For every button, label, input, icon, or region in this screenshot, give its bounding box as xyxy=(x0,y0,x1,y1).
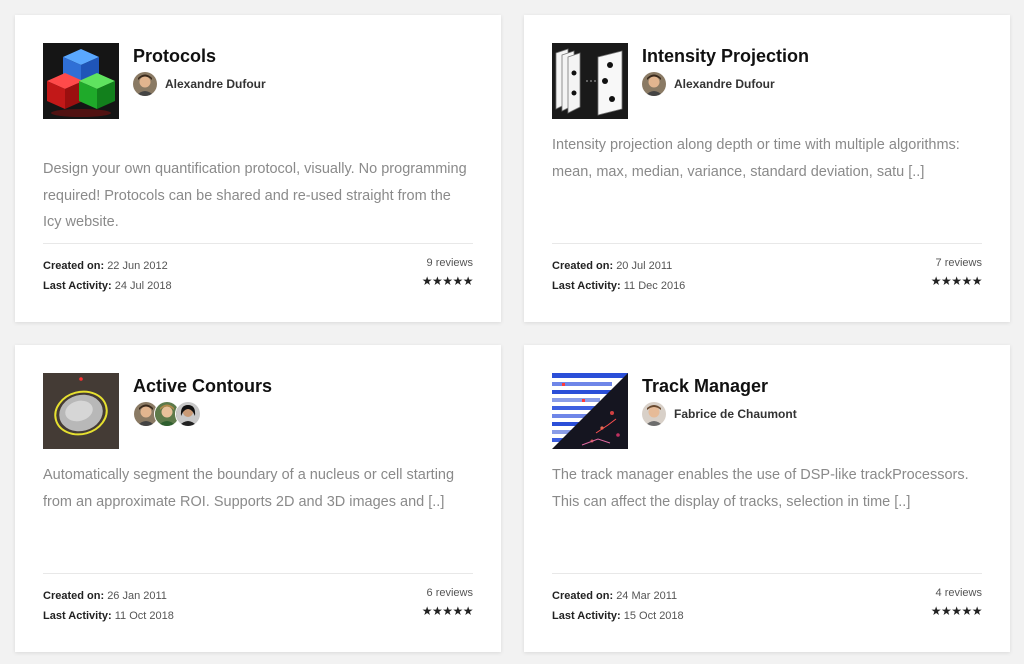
plugin-title[interactable]: Active Contours xyxy=(133,376,272,397)
plugin-dates: Created on: 22 Jun 2012 Last Activity: 2… xyxy=(43,257,172,296)
created-date: 26 Jan 2011 xyxy=(107,590,167,602)
created-date: 20 Jul 2011 xyxy=(616,260,673,272)
activity-date: 24 Jul 2018 xyxy=(114,279,172,292)
activity-label: Last Activity: xyxy=(552,279,621,292)
divider xyxy=(43,243,473,244)
divider xyxy=(552,243,982,244)
author-list: Fabrice de Chaumont xyxy=(642,402,797,426)
author-avatar[interactable] xyxy=(642,402,666,426)
star-rating: ★★★★★ xyxy=(930,274,983,288)
created-date: 24 Mar 2011 xyxy=(616,590,678,602)
created-date: 22 Jun 2012 xyxy=(107,260,168,272)
plugin-dates: Created on: 24 Mar 2011 Last Activity: 1… xyxy=(552,587,684,626)
plugin-dates: Created on: 26 Jan 2011 Last Activity: 1… xyxy=(43,587,174,626)
plugin-thumbnail[interactable] xyxy=(43,43,119,119)
plugin-thumbnail[interactable] xyxy=(43,373,119,449)
activity-date: 15 Oct 2018 xyxy=(623,609,684,622)
plugin-description: Design your own quantification protocol,… xyxy=(43,161,467,230)
star-rating: ★★★★★ xyxy=(421,604,474,618)
activity-date: 11 Oct 2018 xyxy=(114,609,174,622)
plugin-card-intensity-projection[interactable]: Intensity Projection Alexandre Dufour In… xyxy=(524,15,1010,322)
plugin-dates: Created on: 20 Jul 2011 Last Activity: 1… xyxy=(552,257,685,296)
plugin-card-active-contours[interactable]: Active Contours Automatically segment th… xyxy=(15,345,501,652)
plugin-thumbnail[interactable] xyxy=(552,373,628,449)
plugin-description: Intensity projection along depth or time… xyxy=(552,137,960,180)
plugin-title[interactable]: Track Manager xyxy=(642,376,768,397)
plugin-description: The track manager enables the use of DSP… xyxy=(552,467,969,510)
author-avatar[interactable] xyxy=(133,72,157,96)
review-count[interactable]: 6 reviews xyxy=(427,587,473,599)
divider xyxy=(43,573,473,574)
plugin-description: Automatically segment the boundary of a … xyxy=(43,467,455,510)
author-name[interactable]: Fabrice de Chaumont xyxy=(674,407,797,421)
author-name[interactable]: Alexandre Dufour xyxy=(165,77,266,91)
star-rating: ★★★★★ xyxy=(421,274,474,288)
activity-label: Last Activity: xyxy=(43,609,112,622)
created-label: Created on: xyxy=(43,260,105,272)
plugin-title[interactable]: Protocols xyxy=(133,46,216,67)
activity-label: Last Activity: xyxy=(43,279,112,292)
review-count[interactable]: 9 reviews xyxy=(427,257,473,269)
plugin-grid: Protocols Alexandre Dufour Design your o… xyxy=(0,0,1024,664)
author-list: Alexandre Dufour xyxy=(642,72,775,96)
plugin-card-track-manager[interactable]: Track Manager Fabrice de Chaumont The tr… xyxy=(524,345,1010,652)
review-count[interactable]: 7 reviews xyxy=(936,257,982,269)
author-name[interactable]: Alexandre Dufour xyxy=(674,77,775,91)
activity-date: 11 Dec 2016 xyxy=(623,279,686,292)
author-list xyxy=(133,401,201,427)
plugin-card-protocols[interactable]: Protocols Alexandre Dufour Design your o… xyxy=(15,15,501,322)
plugin-thumbnail[interactable] xyxy=(552,43,628,119)
created-label: Created on: xyxy=(43,590,105,602)
author-avatar[interactable] xyxy=(175,401,201,427)
created-label: Created on: xyxy=(552,590,614,602)
divider xyxy=(552,573,982,574)
activity-label: Last Activity: xyxy=(552,609,621,622)
review-count[interactable]: 4 reviews xyxy=(936,587,982,599)
created-label: Created on: xyxy=(552,260,614,272)
author-avatar[interactable] xyxy=(642,72,666,96)
plugin-title[interactable]: Intensity Projection xyxy=(642,46,809,67)
author-list: Alexandre Dufour xyxy=(133,72,266,96)
star-rating: ★★★★★ xyxy=(930,604,983,618)
